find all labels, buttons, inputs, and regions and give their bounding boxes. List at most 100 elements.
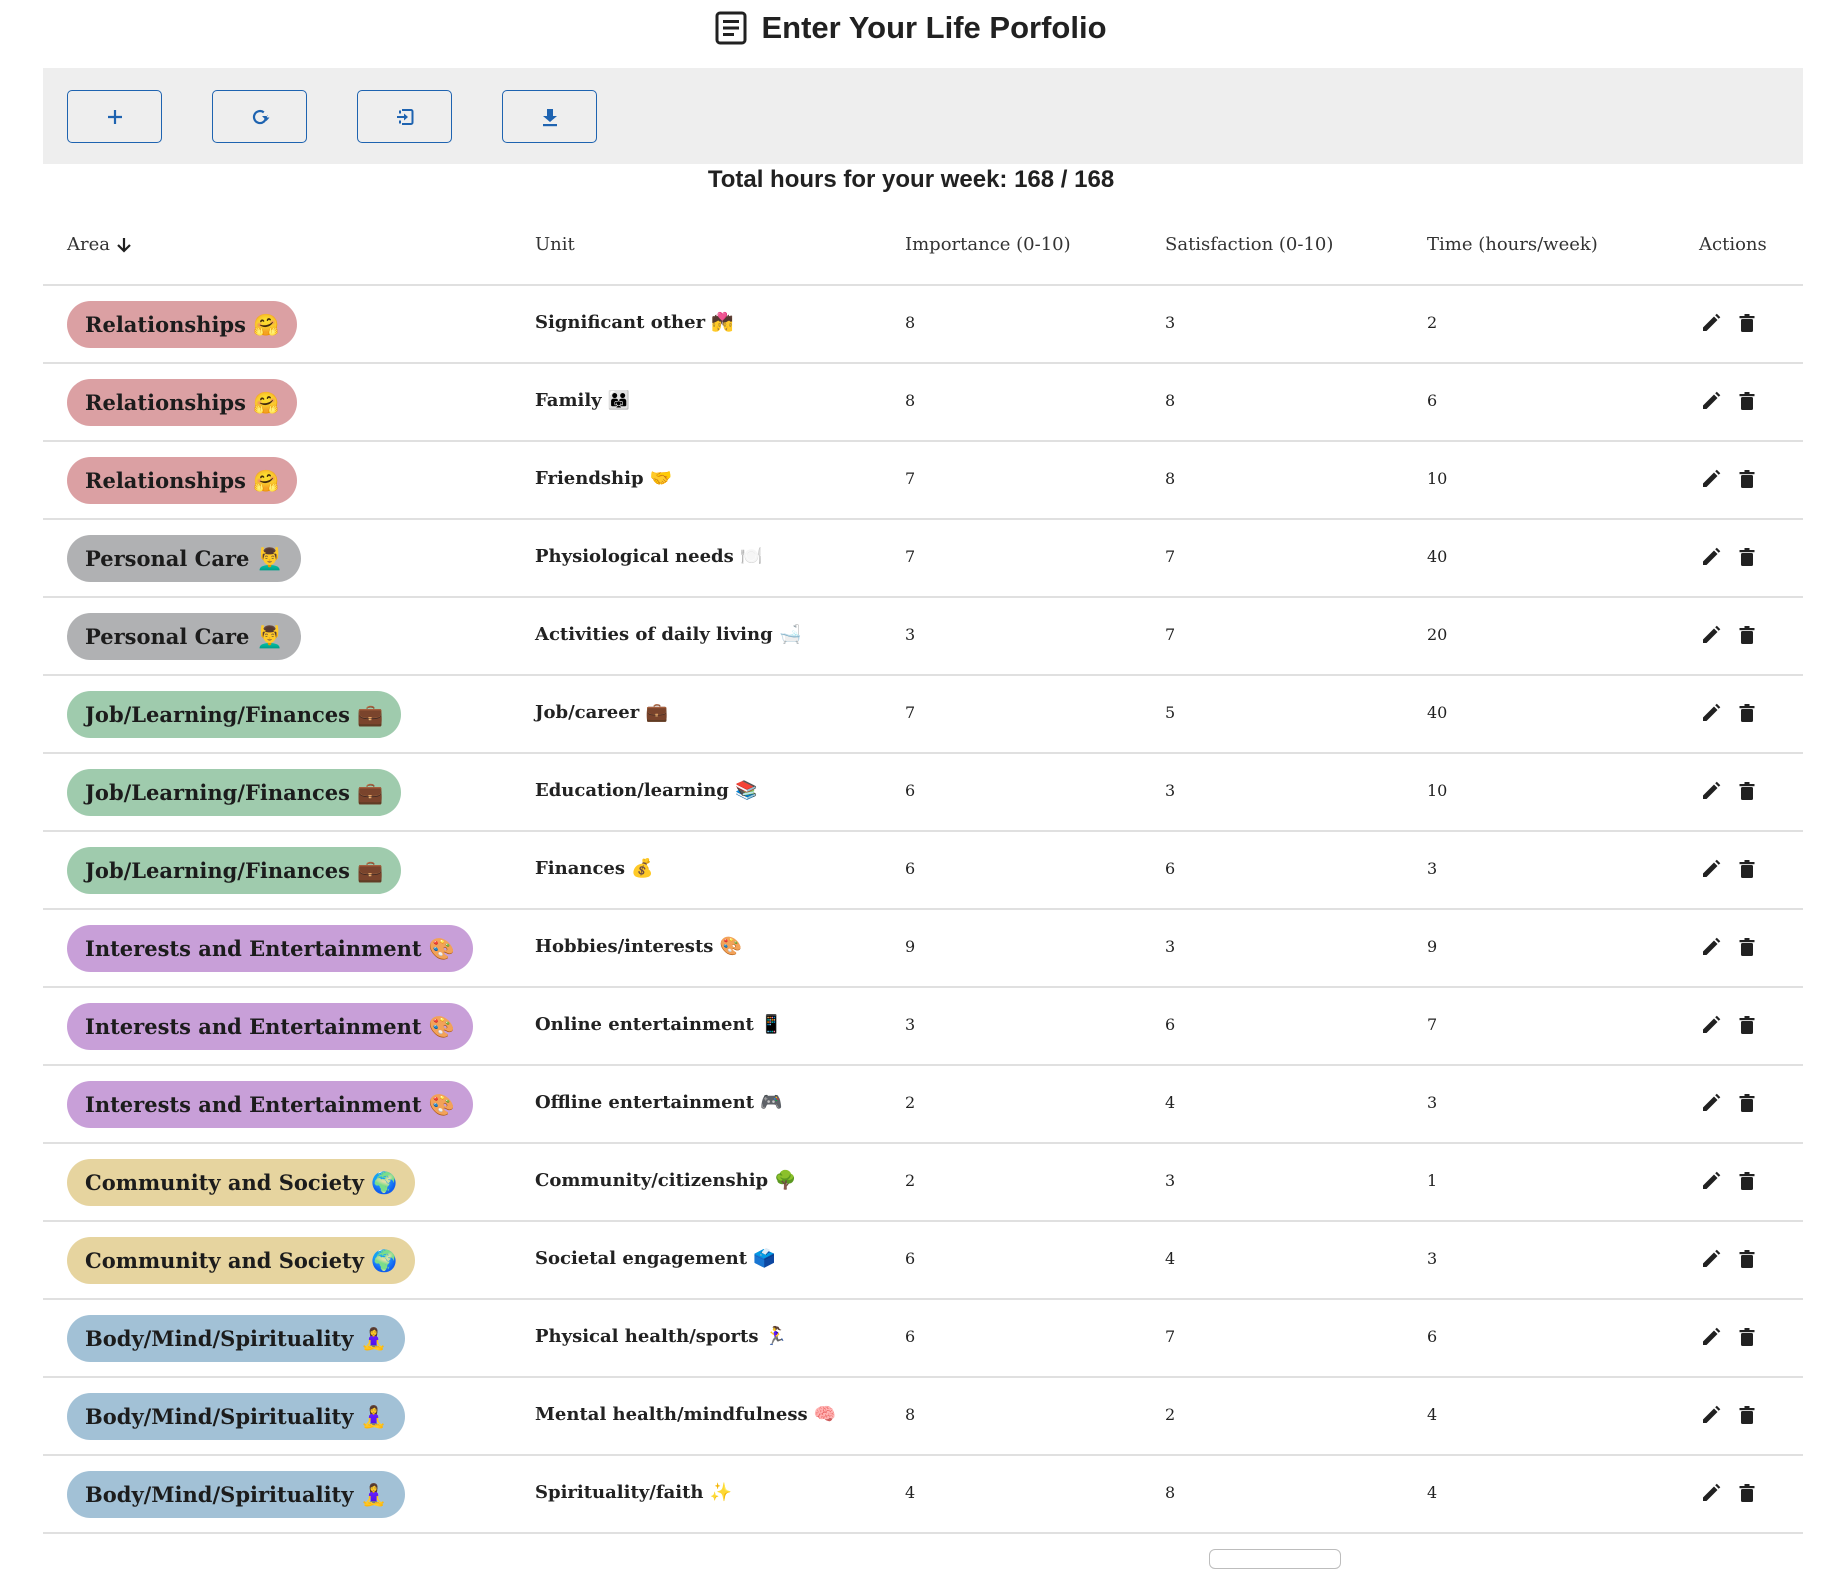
pencil-icon: [1703, 1093, 1721, 1111]
row-actions: [1700, 1248, 1758, 1270]
unit-cell: Physiological needs 🍽️: [535, 546, 763, 567]
pagination-control[interactable]: [1209, 1549, 1341, 1569]
table-row: Relationships 🤗 Friendship 🤝 7 8 10: [43, 442, 1803, 520]
table-row: Job/Learning/Finances 💼 Finances 💰 6 6 3: [43, 832, 1803, 910]
page-title: Enter Your Life Porfolio: [761, 10, 1107, 45]
reset-button[interactable]: [212, 90, 307, 143]
delete-button[interactable]: [1736, 936, 1758, 958]
edit-button[interactable]: [1700, 702, 1722, 724]
edit-button[interactable]: [1700, 1014, 1722, 1036]
edit-button[interactable]: [1700, 468, 1722, 490]
area-badge: Interests and Entertainment 🎨: [67, 925, 474, 972]
area-badge: Interests and Entertainment 🎨: [67, 1081, 474, 1128]
pencil-icon: [1703, 1327, 1721, 1345]
edit-button[interactable]: [1700, 390, 1722, 412]
area-badge: Job/Learning/Finances 💼: [67, 847, 402, 894]
edit-button[interactable]: [1700, 1326, 1722, 1348]
trash-icon: [1739, 1172, 1755, 1190]
unit-cell: Societal engagement 🗳️: [535, 1248, 776, 1269]
delete-button[interactable]: [1736, 1092, 1758, 1114]
row-actions: [1700, 1482, 1758, 1504]
delete-button[interactable]: [1736, 390, 1758, 412]
area-badge: Personal Care 💆‍♂️: [67, 535, 301, 582]
edit-button[interactable]: [1700, 1092, 1722, 1114]
unit-cell: Spirituality/faith ✨: [535, 1482, 733, 1503]
area-badge: Job/Learning/Finances 💼: [67, 691, 402, 738]
edit-button[interactable]: [1700, 546, 1722, 568]
delete-button[interactable]: [1736, 546, 1758, 568]
unit-cell: Family 👨‍👨‍👧: [535, 390, 631, 411]
pencil-icon: [1703, 937, 1721, 955]
delete-button[interactable]: [1736, 1248, 1758, 1270]
time-cell: 3: [1427, 1093, 1438, 1112]
satisfaction-cell: 4: [1165, 1093, 1176, 1112]
importance-cell: 6: [905, 1249, 916, 1268]
edit-button[interactable]: [1700, 1170, 1722, 1192]
delete-button[interactable]: [1736, 858, 1758, 880]
column-header-satisfaction[interactable]: Satisfaction (0-10): [1165, 234, 1333, 255]
edit-button[interactable]: [1700, 1482, 1722, 1504]
delete-button[interactable]: [1736, 1404, 1758, 1426]
satisfaction-cell: 2: [1165, 1405, 1176, 1424]
delete-button[interactable]: [1736, 1326, 1758, 1348]
time-cell: 40: [1427, 703, 1448, 722]
trash-icon: [1739, 704, 1755, 722]
trash-icon: [1739, 1484, 1755, 1502]
importance-cell: 8: [905, 1405, 916, 1424]
area-badge: Body/Mind/Spirituality 🧘‍♀️: [67, 1315, 405, 1362]
area-badge: Body/Mind/Spirituality 🧘‍♀️: [67, 1471, 405, 1518]
edit-button[interactable]: [1700, 1248, 1722, 1270]
notes-icon: [715, 11, 747, 45]
satisfaction-cell: 3: [1165, 937, 1176, 956]
delete-button[interactable]: [1736, 780, 1758, 802]
time-cell: 6: [1427, 391, 1438, 410]
edit-button[interactable]: [1700, 780, 1722, 802]
delete-button[interactable]: [1736, 1482, 1758, 1504]
edit-button[interactable]: [1700, 624, 1722, 646]
importance-cell: 2: [905, 1093, 916, 1112]
add-button[interactable]: [67, 90, 162, 143]
satisfaction-cell: 8: [1165, 391, 1176, 410]
table-row: Relationships 🤗 Significant other 💏 8 3 …: [43, 286, 1803, 364]
row-actions: [1700, 936, 1758, 958]
import-button[interactable]: [357, 90, 452, 143]
delete-button[interactable]: [1736, 1014, 1758, 1036]
column-header-time[interactable]: Time (hours/week): [1427, 234, 1598, 255]
unit-cell: Community/citizenship 🌳: [535, 1170, 797, 1191]
refresh-icon: [252, 109, 269, 124]
edit-button[interactable]: [1700, 312, 1722, 334]
area-badge: Relationships 🤗: [67, 457, 298, 504]
pencil-icon: [1703, 703, 1721, 721]
unit-cell: Education/learning 📚: [535, 780, 758, 801]
delete-button[interactable]: [1736, 468, 1758, 490]
delete-button[interactable]: [1736, 702, 1758, 724]
delete-button[interactable]: [1736, 624, 1758, 646]
download-button[interactable]: [502, 90, 597, 143]
delete-button[interactable]: [1736, 1170, 1758, 1192]
column-header-importance[interactable]: Importance (0-10): [905, 234, 1071, 255]
unit-cell: Activities of daily living 🛁: [535, 624, 802, 645]
trash-icon: [1739, 314, 1755, 332]
time-cell: 10: [1427, 781, 1448, 800]
pencil-icon: [1703, 781, 1721, 799]
trash-icon: [1739, 938, 1755, 956]
area-badge: Relationships 🤗: [67, 379, 298, 426]
row-actions: [1700, 858, 1758, 880]
importance-cell: 3: [905, 1015, 916, 1034]
time-cell: 2: [1427, 313, 1438, 332]
edit-button[interactable]: [1700, 1404, 1722, 1426]
download-icon: [542, 108, 557, 126]
table-header: Area Unit Importance (0-10) Satisfaction…: [43, 208, 1803, 286]
trash-icon: [1739, 1328, 1755, 1346]
column-header-area[interactable]: Area: [67, 234, 134, 255]
column-header-unit[interactable]: Unit: [535, 234, 575, 255]
edit-button[interactable]: [1700, 858, 1722, 880]
area-badge: Body/Mind/Spirituality 🧘‍♀️: [67, 1393, 405, 1440]
row-actions: [1700, 1404, 1758, 1426]
pencil-icon: [1703, 1405, 1721, 1423]
edit-button[interactable]: [1700, 936, 1722, 958]
delete-button[interactable]: [1736, 312, 1758, 334]
table-row: Personal Care 💆‍♂️ Physiological needs 🍽…: [43, 520, 1803, 598]
pencil-icon: [1703, 625, 1721, 643]
trash-icon: [1739, 860, 1755, 878]
